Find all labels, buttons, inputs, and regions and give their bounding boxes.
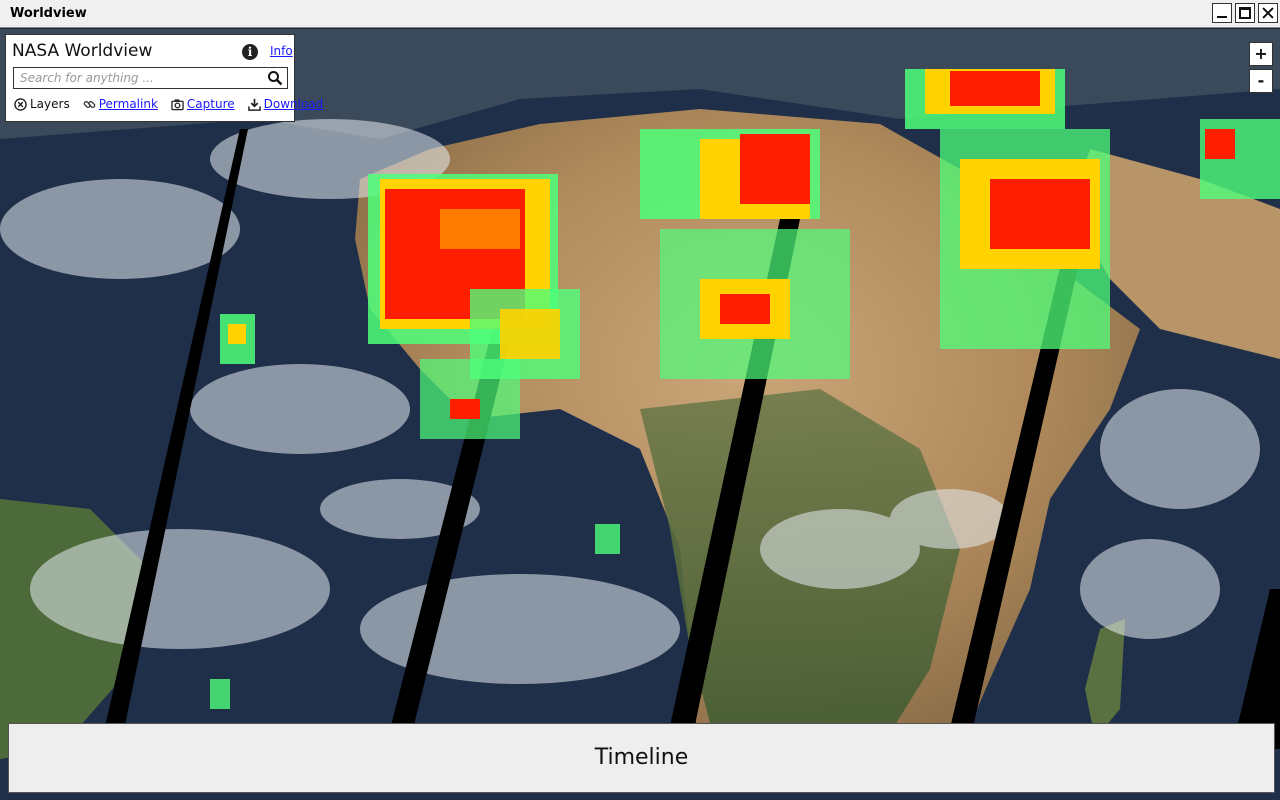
permalink-button[interactable]: Permalink (83, 97, 158, 111)
zoom-controls: + - (1249, 42, 1273, 96)
search-box[interactable] (13, 67, 288, 89)
map-view[interactable] (0, 29, 1280, 800)
zoom-in-button[interactable]: + (1249, 42, 1273, 66)
close-window-button[interactable] (1258, 3, 1278, 23)
link-icon (83, 100, 96, 108)
window-titlebar: Worldview (0, 0, 1280, 28)
capture-link[interactable]: Capture (187, 97, 235, 111)
panel-title: NASA Worldview (12, 41, 153, 61)
download-button[interactable]: Download (247, 97, 324, 111)
search-icon[interactable] (267, 70, 283, 86)
layers-button[interactable]: Layers (14, 97, 70, 111)
panel-links: Layers Permalink Capture Download (14, 97, 336, 111)
info-link[interactable]: Info (270, 44, 293, 58)
close-circle-icon (14, 97, 27, 111)
info-icon[interactable]: i (242, 44, 258, 60)
capture-button[interactable]: Capture (171, 97, 235, 111)
download-link[interactable]: Download (264, 97, 324, 111)
window-title: Worldview (10, 6, 87, 21)
download-icon (247, 98, 261, 111)
zoom-out-button[interactable]: - (1249, 69, 1273, 93)
minimize-button[interactable] (1212, 3, 1232, 23)
camera-icon (171, 98, 184, 110)
maximize-button[interactable] (1235, 3, 1255, 23)
permalink-link[interactable]: Permalink (99, 97, 158, 111)
layers-label: Layers (30, 97, 70, 111)
window-controls (1212, 3, 1278, 23)
timeline-label: Timeline (594, 745, 689, 770)
timeline-panel[interactable]: Timeline (8, 723, 1275, 793)
worldview-panel: NASA Worldview i Info Layers Permalink (5, 34, 323, 122)
satellite-imagery (0, 29, 1280, 800)
search-input[interactable] (14, 68, 271, 88)
